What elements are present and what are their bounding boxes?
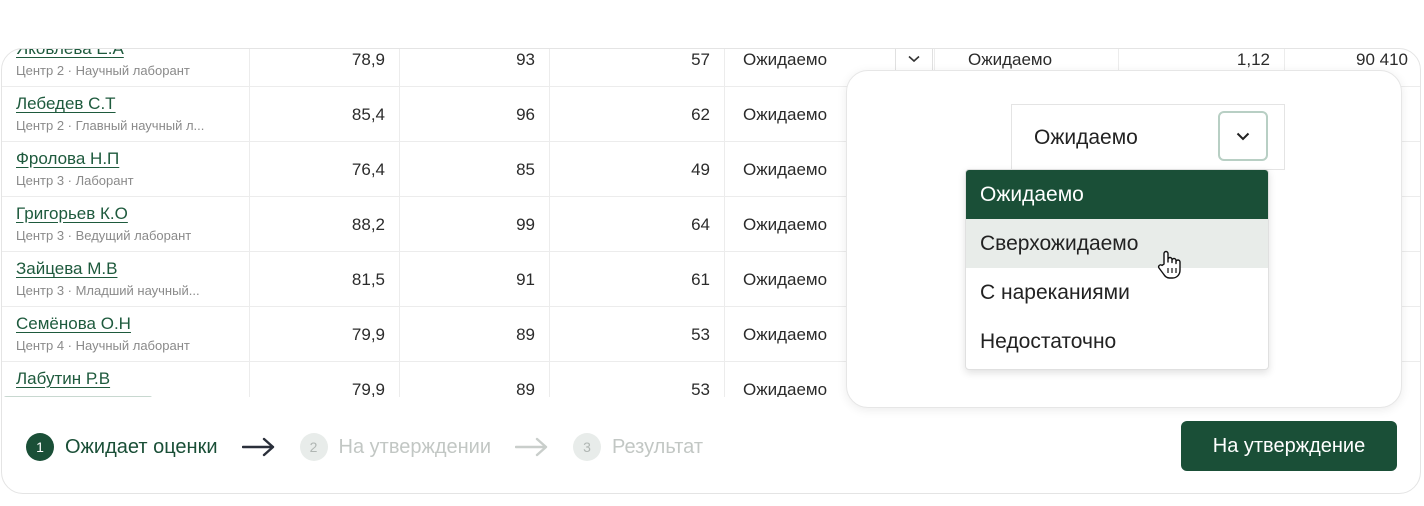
final-rating-value: Ожидаемо: [968, 50, 1053, 69]
step-number: 3: [573, 433, 602, 461]
employee-cell: Семёнова О.Н Центр 4 · Научный лаборант: [2, 307, 250, 361]
score-2-cell: 91: [400, 252, 550, 306]
score-1-cell: 76,4: [250, 142, 400, 196]
rating-option-insufficient[interactable]: Недостаточно: [966, 317, 1268, 366]
step-2: 2 На утверждении: [299, 433, 492, 461]
score-2-cell: 89: [400, 362, 550, 397]
score-3-cell: 62: [550, 87, 725, 141]
score-2-cell: 93: [400, 49, 550, 86]
employee-name-link[interactable]: Лабутин Р.В: [16, 369, 249, 389]
employee-cell: Лабутин Р.В: [2, 362, 250, 397]
score-1-cell: 79,9: [250, 307, 400, 361]
score-3-cell: 53: [550, 307, 725, 361]
employee-cell: Лебедев С.Т Центр 2 · Главный научный л.…: [2, 87, 250, 141]
employee-name-link[interactable]: Лебедев С.Т: [16, 94, 249, 114]
employee-position: Центр 3 · Младший научный...: [16, 283, 200, 298]
chevron-down-icon[interactable]: [1218, 111, 1268, 161]
step-label: Ожидает оценки: [65, 435, 218, 458]
score-3-cell: 53: [550, 362, 725, 397]
employee-position: Центр 3 · Лаборант: [16, 173, 134, 188]
rating-select-value: Ожидаемо: [743, 325, 828, 344]
rating-options-list: Ожидаемо Сверхожидаемо С нареканиями Нед…: [965, 169, 1269, 370]
rating-option-with-remarks[interactable]: С нареканиями: [966, 268, 1268, 317]
score-1-cell: 85,4: [250, 87, 400, 141]
score-1-cell: 81,5: [250, 252, 400, 306]
submit-for-approval-button[interactable]: На утверждение: [1181, 421, 1397, 471]
hand-pointer-icon: [1156, 250, 1182, 280]
workflow-stepper: 1 Ожидает оценки 2 На утверждении 3 Резу…: [26, 432, 703, 462]
score-3-cell: 61: [550, 252, 725, 306]
score-3-cell: 64: [550, 197, 725, 251]
rating-dropdown-value: Ожидаемо: [1034, 126, 1138, 149]
step-3: 3 Результат: [573, 433, 703, 461]
score-3-cell: 57: [550, 49, 725, 86]
step-label: На утверждении: [338, 435, 492, 458]
score-2-cell: 89: [400, 307, 550, 361]
employee-name-link[interactable]: Фролова Н.П: [16, 149, 249, 169]
step-1: 1 Ожидает оценки: [26, 433, 218, 461]
employee-cell: Григорьев К.О Центр 3 · Ведущий лаборант: [2, 197, 250, 251]
rating-option-expected[interactable]: Ожидаемо: [966, 170, 1268, 219]
employee-position: Центр 3 · Ведущий лаборант: [16, 228, 192, 243]
employee-name-link[interactable]: Семёнова О.Н: [16, 314, 249, 334]
rating-select-value: Ожидаемо: [743, 270, 828, 289]
employee-cell: Зайцева М.В Центр 3 · Младший научный...: [2, 252, 250, 306]
step-label: Результат: [612, 435, 703, 458]
employee-position: Центр 4 · Научный лаборант: [16, 338, 190, 353]
employee-name-link[interactable]: Зайцева М.В: [16, 259, 249, 279]
arrow-right-icon: [241, 437, 276, 457]
arrow-right-icon: [515, 437, 549, 457]
rating-select-value: Ожидаемо: [743, 50, 828, 69]
score-1-cell: 78,9: [250, 49, 400, 86]
horizontal-scrollbar-thumb[interactable]: [4, 396, 152, 397]
score-2-cell: 85: [400, 142, 550, 196]
employee-cell: Фролова Н.П Центр 3 · Лаборант: [2, 142, 250, 196]
employee-name-link[interactable]: Яковлева Е.А: [16, 49, 249, 59]
chevron-down-icon[interactable]: [895, 49, 933, 70]
score-2-cell: 96: [400, 87, 550, 141]
rating-dropdown-popover: Ожидаемо Ожидаемо Сверхожидаемо С нарека…: [846, 70, 1402, 408]
rating-select-value: Ожидаемо: [743, 215, 828, 234]
employee-position: Центр 2 · Научный лаборант: [16, 63, 190, 78]
rating-select-value: Ожидаемо: [743, 380, 828, 397]
rating-select-value: Ожидаемо: [743, 160, 828, 179]
step-number: 2: [299, 433, 328, 461]
score-1-cell: 88,2: [250, 197, 400, 251]
employee-position: Центр 2 · Главный научный л...: [16, 118, 205, 133]
step-number: 1: [26, 433, 54, 461]
score-1-cell: 79,9: [250, 362, 400, 397]
rating-dropdown[interactable]: Ожидаемо: [1011, 104, 1285, 170]
rating-select-value: Ожидаемо: [743, 105, 828, 124]
employee-cell: Яковлева Е.А Центр 2 · Научный лаборант: [2, 49, 250, 86]
rating-option-above-expected[interactable]: Сверхожидаемо: [966, 219, 1268, 268]
score-2-cell: 99: [400, 197, 550, 251]
score-3-cell: 49: [550, 142, 725, 196]
employee-name-link[interactable]: Григорьев К.О: [16, 204, 249, 224]
